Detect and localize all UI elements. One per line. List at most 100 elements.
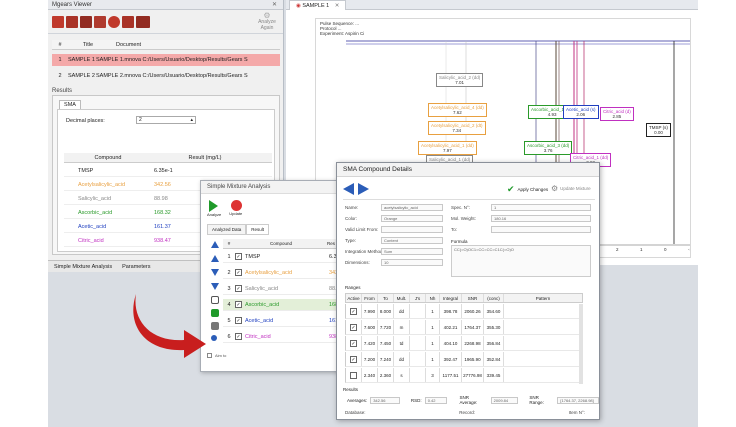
gear-icon[interactable] <box>108 15 120 28</box>
document-tabbar: ◉ SAMPLE 1 ✕ <box>286 0 698 10</box>
col-title-header[interactable]: Title <box>68 40 108 49</box>
active-checkbox[interactable]: ✓ <box>350 324 357 331</box>
compound-header[interactable]: Compound <box>78 153 138 162</box>
field-input[interactable]: 180.16 <box>491 215 591 222</box>
range-from: 7.420 <box>362 336 378 350</box>
previous-arrow-icon[interactable] <box>343 183 354 195</box>
ranges-grid-header: Active From To Mult. J's Nh Integral SNR… <box>345 293 583 303</box>
move-top-icon[interactable] <box>211 241 219 248</box>
col-nh-header[interactable]: Nh <box>426 294 440 302</box>
peak-label[interactable]: Acetic_acid (s) 2.06 <box>563 105 599 119</box>
snr-average-field[interactable]: 2009.84 <box>490 396 519 404</box>
table-row[interactable]: ✓ 7.200 7.240 dd 1 392.47 1965.90 352.84 <box>345 352 583 367</box>
table-row[interactable]: 2.340 2.360 s 3 1177.51 27776.98 339.45 <box>345 368 583 383</box>
tab-analyzed-data[interactable]: Analyzed Data <box>207 224 247 235</box>
result-header[interactable]: Result (mg/L) <box>138 153 272 162</box>
apply-changes-button[interactable]: ✔ Apply Changes <box>507 184 548 195</box>
active-checkbox[interactable]: ✓ <box>350 308 357 315</box>
include-checkbox[interactable]: ✓ <box>235 333 242 340</box>
peak-label[interactable]: Salicylic_acid_2 (dd) 7.01 <box>436 73 484 87</box>
col-from-header[interactable]: From <box>362 294 378 302</box>
field-input[interactable] <box>491 226 591 233</box>
col-pattern-header[interactable]: Pattern <box>504 294 582 302</box>
col-integral-header[interactable]: Integral <box>440 294 462 302</box>
col-document-header[interactable]: Document <box>108 40 280 49</box>
next-arrow-icon[interactable] <box>358 183 369 195</box>
document-icon[interactable] <box>94 15 106 28</box>
table-row[interactable]: 2 SAMPLE 2 SAMPLE 2.mnova C:/Users/Usuar… <box>52 70 280 82</box>
tab-result[interactable]: Result <box>246 224 270 235</box>
active-checkbox[interactable]: ✓ <box>350 356 357 363</box>
averages-label: Averages: <box>347 397 368 403</box>
peak-label[interactable]: Acetylsalicylic_acid_2 (dt) 7.34 <box>428 121 486 135</box>
include-checkbox[interactable]: ✓ <box>235 253 242 260</box>
decimal-places-spinner[interactable]: 2 ▴ <box>136 116 196 124</box>
include-checkbox[interactable]: ✓ <box>235 301 242 308</box>
col-conc-header[interactable]: (conc) <box>484 294 504 302</box>
active-checkbox[interactable]: ✓ <box>350 340 357 347</box>
averages-field[interactable]: 342.56 <box>370 396 400 404</box>
uncheck-all-icon[interactable] <box>211 296 219 304</box>
field-input[interactable]: Sum <box>381 248 443 255</box>
col-num-header[interactable]: # <box>223 239 235 248</box>
tab-sample-1[interactable]: ◉ SAMPLE 1 ✕ <box>289 0 347 10</box>
tab-sma[interactable]: SMA <box>59 100 81 109</box>
bar-chart-icon[interactable] <box>66 15 78 28</box>
analyze-button[interactable]: Analyze <box>207 200 221 217</box>
snr-range-field[interactable]: [1764.37, 2268.98] <box>557 396 599 404</box>
table-row[interactable]: ✓ 7.420 7.450 td 1 404.10 2268.98 356.84 <box>345 336 583 351</box>
move-up-icon[interactable] <box>211 255 219 262</box>
tab-simple-mixture-analysis[interactable]: Simple Mixture Analysis <box>54 261 112 272</box>
open-folder-icon[interactable] <box>52 15 64 28</box>
update-button[interactable]: Update <box>229 200 243 217</box>
peak-label[interactable]: Acetylsalicylic_acid_4 (dd) 7.62 <box>428 103 487 117</box>
peak-label[interactable]: Citric_acid (d) 2.85 <box>600 107 634 121</box>
table-row[interactable]: ✓ 7.990 8.000 dd 1 398.78 2060.26 354.60 <box>345 304 583 319</box>
peak-label[interactable]: TMSP (s) 0.00 <box>646 123 671 137</box>
col-mult-header[interactable]: Mult. <box>394 294 410 302</box>
field-input[interactable]: 1 <box>491 204 591 211</box>
calendar-icon[interactable] <box>136 15 150 28</box>
field-input[interactable]: acetylsalicylic_acid <box>381 204 443 211</box>
peak-label[interactable]: Acetylsalicylic_acid_1 (dd) 7.97 <box>418 141 477 155</box>
col-num-header[interactable]: # <box>52 40 68 49</box>
field-input[interactable]: Content <box>381 237 443 244</box>
col-snr-header[interactable]: SNR <box>462 294 484 302</box>
field-input[interactable] <box>381 226 443 233</box>
range-mult: td <box>394 336 410 350</box>
range-js <box>410 352 426 366</box>
include-checkbox[interactable]: ✓ <box>235 317 242 324</box>
rsd-field[interactable]: 0.42 <box>424 396 447 404</box>
field-input[interactable]: 10 <box>381 259 443 266</box>
table-row[interactable]: ✓ 7.600 7.720 m 1 402.21 1764.37 355.30 <box>345 320 583 335</box>
formula-field[interactable]: CC(=O)OC1=CC=CC=C1C(=O)O <box>451 245 591 277</box>
ranges-scrollbar[interactable] <box>579 304 583 384</box>
col-active-header[interactable]: Active <box>346 294 362 302</box>
database-label: Database: <box>345 410 366 415</box>
close-icon[interactable]: ✕ <box>335 3 340 9</box>
table-row[interactable]: TMSP 6.35e-1 <box>64 165 272 177</box>
row-spacer <box>64 179 78 190</box>
table-row[interactable]: 1 SAMPLE 1 SAMPLE 1.mnova C:/Users/Usuar… <box>52 54 280 66</box>
check-all-icon[interactable] <box>211 309 219 317</box>
field-input[interactable]: Orange <box>381 215 443 222</box>
col-to-header[interactable]: To <box>378 294 394 302</box>
database-icon[interactable] <box>80 15 92 28</box>
active-checkbox[interactable] <box>350 372 357 379</box>
spinner-arrows-icon[interactable]: ▴ <box>190 117 193 124</box>
peak-label[interactable]: Ascorbic_acid_3 (dd) 3.76 <box>524 141 573 155</box>
col-js-header[interactable]: J's <box>410 294 426 302</box>
tab-parameters[interactable]: Parameters <box>122 261 150 272</box>
col-compound-header[interactable]: Compound <box>235 239 327 248</box>
pin-icon[interactable]: ✕ <box>272 0 277 10</box>
include-checkbox[interactable]: ✓ <box>235 285 242 292</box>
analyze-again-button[interactable]: ⚙ Analyze Again <box>255 12 279 32</box>
move-down-icon[interactable] <box>211 269 219 276</box>
table-icon[interactable] <box>122 15 134 28</box>
move-bottom-icon[interactable] <box>211 283 219 290</box>
range-pattern <box>504 320 582 334</box>
update-mixture-button[interactable]: ⚙ Update Mixture <box>551 184 591 193</box>
settings-icon[interactable] <box>211 322 219 330</box>
active-cell: ✓ <box>346 304 362 318</box>
include-checkbox[interactable]: ✓ <box>235 269 242 276</box>
